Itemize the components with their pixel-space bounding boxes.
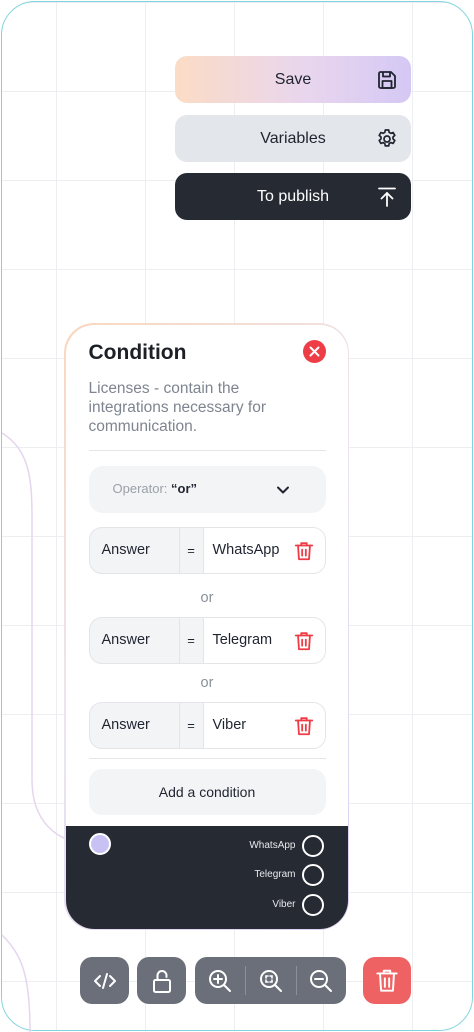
rule-field[interactable]: Answer [90, 618, 179, 663]
condition-rule: Answer = Viber [88, 701, 326, 749]
rule-operator: = [178, 702, 203, 748]
rule-field[interactable]: Answer [90, 703, 179, 748]
trash-icon [376, 969, 398, 992]
or-separator: or [200, 589, 214, 606]
code-icon [93, 972, 116, 989]
chevron-down-icon [276, 486, 289, 493]
output-port[interactable] [301, 834, 324, 857]
publish-button[interactable]: To publish [175, 173, 411, 220]
lock-button[interactable] [137, 957, 186, 1004]
output-port-label: Viber [272, 899, 296, 910]
condition-rule: Answer = WhatsApp [88, 526, 326, 574]
trash-icon[interactable] [293, 540, 315, 562]
operator-prefix: Operator: [112, 480, 168, 496]
operator-text: Operator: “or” [113, 481, 198, 496]
output-port-row: Telegram [254, 863, 324, 887]
condition-title: Condition [88, 340, 187, 364]
code-button[interactable] [80, 957, 129, 1004]
divider [88, 757, 326, 759]
save-button-label: Save [274, 70, 312, 88]
variables-button-label: Variables [260, 129, 326, 147]
input-port[interactable] [89, 833, 111, 855]
zoom-in-button[interactable] [195, 957, 245, 1004]
condition-rule: Answer = Telegram [88, 616, 326, 664]
add-condition-button[interactable]: Add a condition [88, 768, 326, 815]
trash-icon[interactable] [293, 630, 315, 652]
close-icon [309, 346, 319, 356]
save-button[interactable]: Save [175, 56, 411, 103]
output-port[interactable] [301, 863, 324, 886]
close-button[interactable] [302, 339, 326, 363]
zoom-out-button[interactable] [296, 957, 346, 1004]
trash-icon[interactable] [293, 715, 315, 737]
output-port-label: WhatsApp [249, 840, 296, 851]
operator-select[interactable]: Operator: “or” [88, 465, 326, 513]
lock-icon [152, 969, 171, 993]
variables-button[interactable]: Variables [175, 115, 411, 162]
condition-description: Licenses - contain the integrations nece… [88, 379, 266, 435]
or-separator: or [200, 674, 214, 691]
gear-icon [378, 128, 396, 147]
output-port[interactable] [301, 893, 324, 916]
publish-button-label: To publish [256, 187, 330, 205]
delete-node-button[interactable] [363, 957, 411, 1004]
zoom-fit-icon [260, 969, 282, 992]
output-port-row: Viber [272, 893, 324, 917]
rule-operator: = [178, 617, 203, 663]
output-port-row: WhatsApp [249, 834, 324, 858]
divider [88, 449, 326, 451]
output-port-label: Telegram [254, 869, 296, 880]
zoom-in-icon [209, 969, 231, 992]
operator-value: “or” [171, 480, 198, 496]
rule-operator: = [178, 527, 203, 573]
floppy-disk-icon [378, 70, 396, 89]
rule-field[interactable]: Answer [90, 528, 179, 573]
zoom-out-icon [310, 969, 332, 992]
zoom-controls [195, 957, 346, 1004]
zoom-fit-button[interactable] [246, 957, 296, 1004]
upload-icon [378, 187, 396, 207]
